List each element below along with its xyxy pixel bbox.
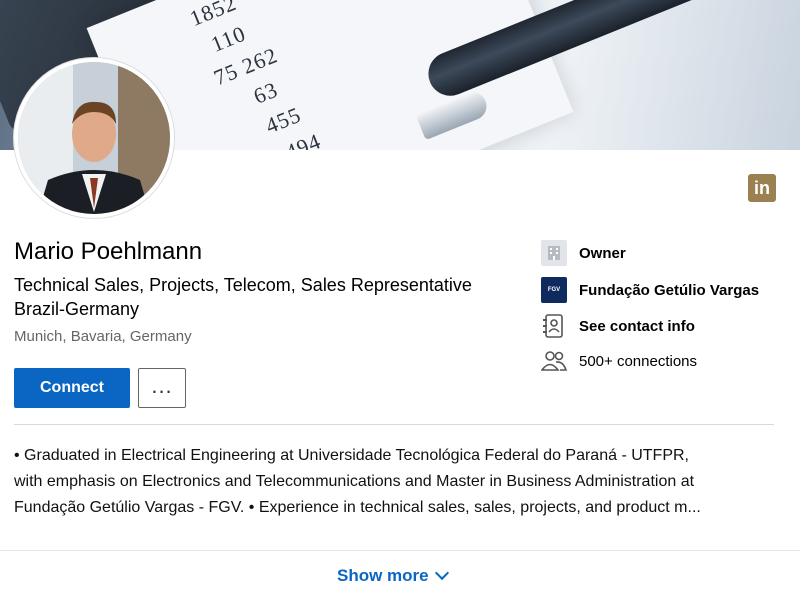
chevron-down-icon	[434, 565, 449, 581]
education-item[interactable]: FGV Fundação Getúlio Vargas	[541, 277, 759, 303]
summary-line: • Graduated in Electrical Engineering at…	[14, 447, 689, 464]
more-actions-button[interactable]: ...	[138, 368, 186, 408]
connections-count: 500+ connections	[579, 352, 698, 370]
summary-line: Fundação Getúlio Vargas - FGV. • Experie…	[14, 499, 701, 516]
profile-summary: • Graduated in Electrical Engineering at…	[14, 443, 780, 521]
profile-card: 1852 110 75 262 63 455 3 494 488 in Mari…	[0, 0, 800, 600]
connections-item[interactable]: 500+ connections	[541, 348, 697, 374]
contact-info-item[interactable]: See contact info	[541, 313, 695, 339]
avatar-photo	[18, 62, 170, 214]
show-more-button[interactable]: Show more	[337, 565, 449, 586]
headline-line: Brazil-Germany	[14, 299, 140, 319]
linkedin-icon[interactable]: in	[748, 174, 776, 202]
show-more-bar: Show more	[0, 550, 800, 600]
education-school: Fundação Getúlio Vargas	[579, 281, 760, 299]
people-icon	[541, 348, 567, 374]
see-contact-info-link[interactable]: See contact info	[579, 318, 695, 335]
position-item[interactable]: Owner	[541, 240, 626, 266]
show-more-label: Show more	[337, 566, 429, 585]
section-divider	[14, 424, 774, 425]
profile-location: Munich, Bavaria, Germany	[14, 328, 192, 345]
profile-name: Mario Poehlmann	[14, 238, 203, 265]
headline-line: Technical Sales, Projects, Telecom, Sale…	[14, 275, 472, 295]
building-icon	[541, 240, 567, 266]
profile-avatar[interactable]	[14, 58, 174, 218]
position-title: Owner	[579, 244, 626, 262]
profile-headline: Technical Sales, Projects, Telecom, Sale…	[14, 273, 514, 321]
address-book-icon	[541, 313, 567, 339]
connect-button[interactable]: Connect	[14, 368, 130, 408]
fgv-logo-icon: FGV	[541, 277, 567, 303]
summary-line: with emphasis on Electronics and Telecom…	[14, 473, 695, 490]
